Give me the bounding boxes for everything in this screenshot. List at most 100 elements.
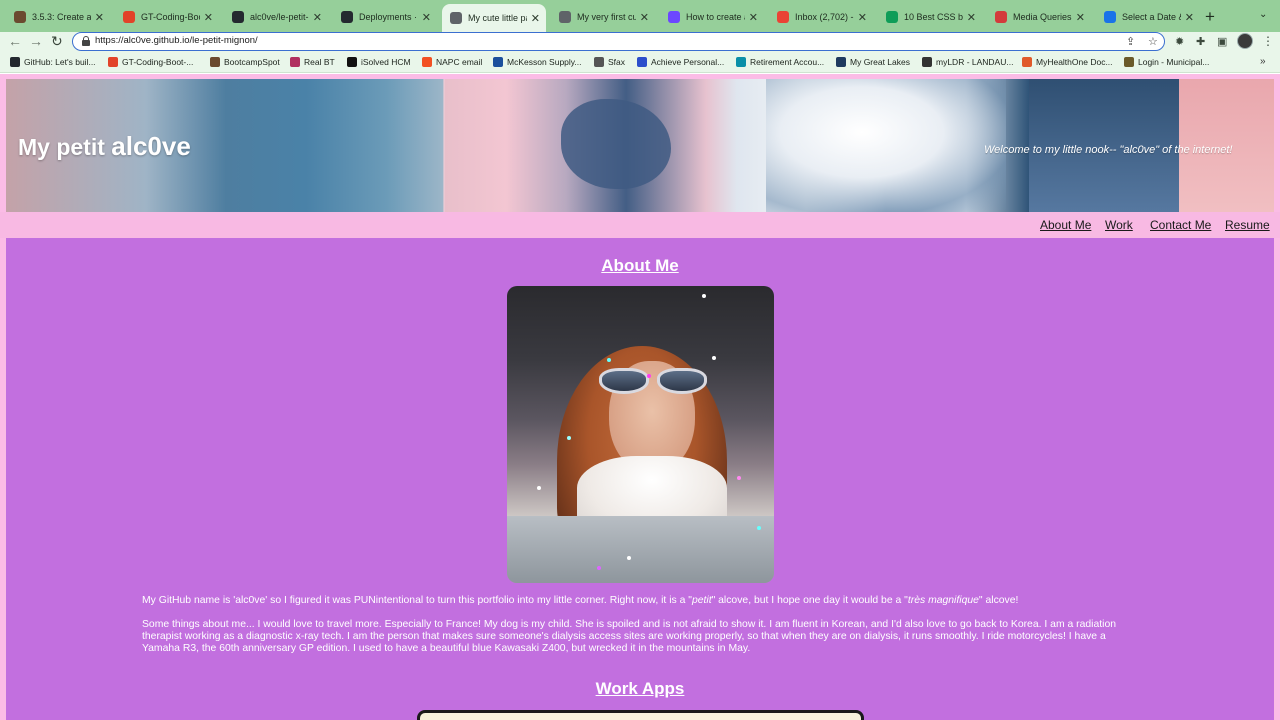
browser-tab[interactable]: Select a Date & T ✕: [1096, 6, 1200, 28]
tab-close-icon[interactable]: ✕: [1185, 11, 1194, 24]
about-me-heading: About Me: [601, 256, 679, 275]
about-paragraph-details: Some things about me... I would love to …: [142, 619, 1117, 654]
reload-button[interactable]: ↻: [51, 33, 63, 50]
bookmark-item[interactable]: Real BT: [290, 57, 335, 67]
tab-favicon-icon: [341, 11, 353, 23]
bookmark-favicon-icon: [290, 57, 300, 67]
tab-close-icon[interactable]: ✕: [422, 11, 431, 24]
tab-close-icon[interactable]: ✕: [313, 11, 322, 24]
bookmark-label: iSolved HCM: [361, 57, 411, 67]
browser-tab[interactable]: How to create a r ✕: [660, 6, 764, 28]
photo-sunglasses: [599, 368, 711, 396]
extensions-puzzle-icon[interactable]: ✚: [1196, 35, 1205, 48]
work-apps-heading: Work Apps: [595, 679, 685, 698]
bookmark-item[interactable]: Login - Municipal...: [1124, 57, 1209, 67]
bookmark-item[interactable]: iSolved HCM: [347, 57, 411, 67]
share-icon[interactable]: ⇪: [1126, 35, 1135, 48]
extension-icon[interactable]: ✹: [1175, 35, 1184, 48]
bookmark-label: Retirement Accou...: [750, 57, 825, 67]
lock-icon[interactable]: [82, 36, 90, 46]
bookmark-favicon-icon: [1022, 57, 1032, 67]
bookmark-label: McKesson Supply...: [507, 57, 582, 67]
forward-button[interactable]: →: [29, 33, 43, 49]
side-panel-icon[interactable]: ▣: [1217, 35, 1227, 48]
tab-favicon-icon: [995, 11, 1007, 23]
tab-favicon-icon: [886, 11, 898, 23]
bookmark-item[interactable]: NAPC email: [422, 57, 482, 67]
bookmark-favicon-icon: [10, 57, 20, 67]
bookmark-item[interactable]: MyHealthOne Doc...: [1022, 57, 1113, 67]
bookmark-label: GT-Coding-Boot-...: [122, 57, 194, 67]
tab-close-icon[interactable]: ✕: [95, 11, 104, 24]
site-title-brand: alc0ve: [111, 131, 191, 161]
profile-avatar[interactable]: [1237, 33, 1253, 49]
tab-search-button[interactable]: ⌄: [1259, 9, 1267, 20]
bookmark-label: Real BT: [304, 57, 335, 67]
browser-tab[interactable]: 3.5.3: Create a P ✕: [6, 6, 110, 28]
bookmark-item[interactable]: My Great Lakes: [836, 57, 910, 67]
tab-title: My very first cute: [577, 12, 636, 22]
bookmark-item[interactable]: McKesson Supply...: [493, 57, 582, 67]
browser-tab[interactable]: My very first cute ✕: [551, 6, 655, 28]
bookmark-favicon-icon: [1124, 57, 1134, 67]
tab-favicon-icon: [777, 11, 789, 23]
tab-title: 10 Best CSS butt: [904, 12, 963, 22]
nav-link-work[interactable]: Work: [1105, 218, 1133, 232]
address-bar[interactable]: https://alc0ve.github.io/le-petit-mignon…: [72, 32, 1165, 51]
bookmark-item[interactable]: Achieve Personal...: [637, 57, 724, 67]
tab-close-icon[interactable]: ✕: [531, 12, 540, 25]
bookmark-item[interactable]: Retirement Accou...: [736, 57, 824, 67]
bookmark-label: GitHub: Let's buil...: [24, 57, 96, 67]
more-bookmarks-button[interactable]: »: [1260, 56, 1266, 67]
bookmark-item[interactable]: GitHub: Let's buil...: [10, 57, 96, 67]
bookmark-favicon-icon: [637, 57, 647, 67]
browser-tab[interactable]: GT-Coding-Boot ✕: [115, 6, 219, 28]
tab-favicon-icon: [559, 11, 571, 23]
tab-favicon-icon: [14, 11, 26, 23]
bookmark-label: myLDR - LANDAU...: [936, 57, 1014, 67]
banner-sky-patch: [561, 99, 671, 189]
address-url[interactable]: https://alc0ve.github.io/le-petit-mignon…: [95, 35, 258, 46]
tab-close-icon[interactable]: ✕: [640, 11, 649, 24]
work-app-card[interactable]: [417, 710, 864, 720]
browser-tab[interactable]: alc0ve/le-petit-m ✕: [224, 6, 328, 28]
browser-tab[interactable]: My cute little pag ✕: [442, 4, 546, 32]
tab-title: Deployments · al: [359, 12, 418, 22]
back-button[interactable]: ←: [8, 33, 22, 49]
bookmark-item[interactable]: Sfax: [594, 57, 625, 67]
browser-tab[interactable]: Deployments · al ✕: [333, 6, 437, 28]
tab-favicon-icon: [1104, 11, 1116, 23]
bookmark-item[interactable]: BootcampSpot: [210, 57, 280, 67]
tab-close-icon[interactable]: ✕: [1076, 11, 1085, 24]
bookmark-star-icon[interactable]: ☆: [1148, 35, 1158, 48]
bookmark-item[interactable]: GT-Coding-Boot-...: [108, 57, 193, 67]
browser-tab[interactable]: 10 Best CSS butt ✕: [878, 6, 982, 28]
tab-close-icon[interactable]: ✕: [858, 11, 867, 24]
bookmark-label: Achieve Personal...: [651, 57, 725, 67]
nav-link-resume[interactable]: Resume: [1225, 218, 1270, 232]
bookmark-favicon-icon: [922, 57, 932, 67]
bookmark-label: Login - Municipal...: [1138, 57, 1210, 67]
bookmark-favicon-icon: [736, 57, 746, 67]
browser-tab[interactable]: Inbox (2,702) - c ✕: [769, 6, 873, 28]
about-paragraph-intro: My GitHub name is 'alc0ve' so I figured …: [142, 595, 1019, 606]
browser-menu-icon[interactable]: ⋮: [1262, 34, 1274, 48]
tab-close-icon[interactable]: ✕: [749, 11, 758, 24]
tab-title: Media Queries fo: [1013, 12, 1072, 22]
page-viewport: My petit alc0ve Welcome to my little noo…: [0, 74, 1280, 720]
bookmark-favicon-icon: [493, 57, 503, 67]
new-tab-button[interactable]: +: [1205, 7, 1215, 27]
bookmark-favicon-icon: [836, 57, 846, 67]
bookmark-label: NAPC email: [436, 57, 483, 67]
tab-close-icon[interactable]: ✕: [204, 11, 213, 24]
bookmark-favicon-icon: [347, 57, 357, 67]
browser-tab[interactable]: Media Queries fo ✕: [987, 6, 1091, 28]
tab-title: Select a Date & T: [1122, 12, 1181, 22]
bookmark-item[interactable]: myLDR - LANDAU...: [922, 57, 1013, 67]
site-tagline: Welcome to my little nook-- "alc0ve" of …: [984, 144, 1233, 156]
tab-close-icon[interactable]: ✕: [967, 11, 976, 24]
nav-link-about-me[interactable]: About Me: [1040, 218, 1091, 232]
hero-banner: My petit alc0ve Welcome to my little noo…: [6, 79, 1274, 212]
tab-favicon-icon: [668, 11, 680, 23]
nav-link-contact-me[interactable]: Contact Me: [1150, 218, 1211, 232]
